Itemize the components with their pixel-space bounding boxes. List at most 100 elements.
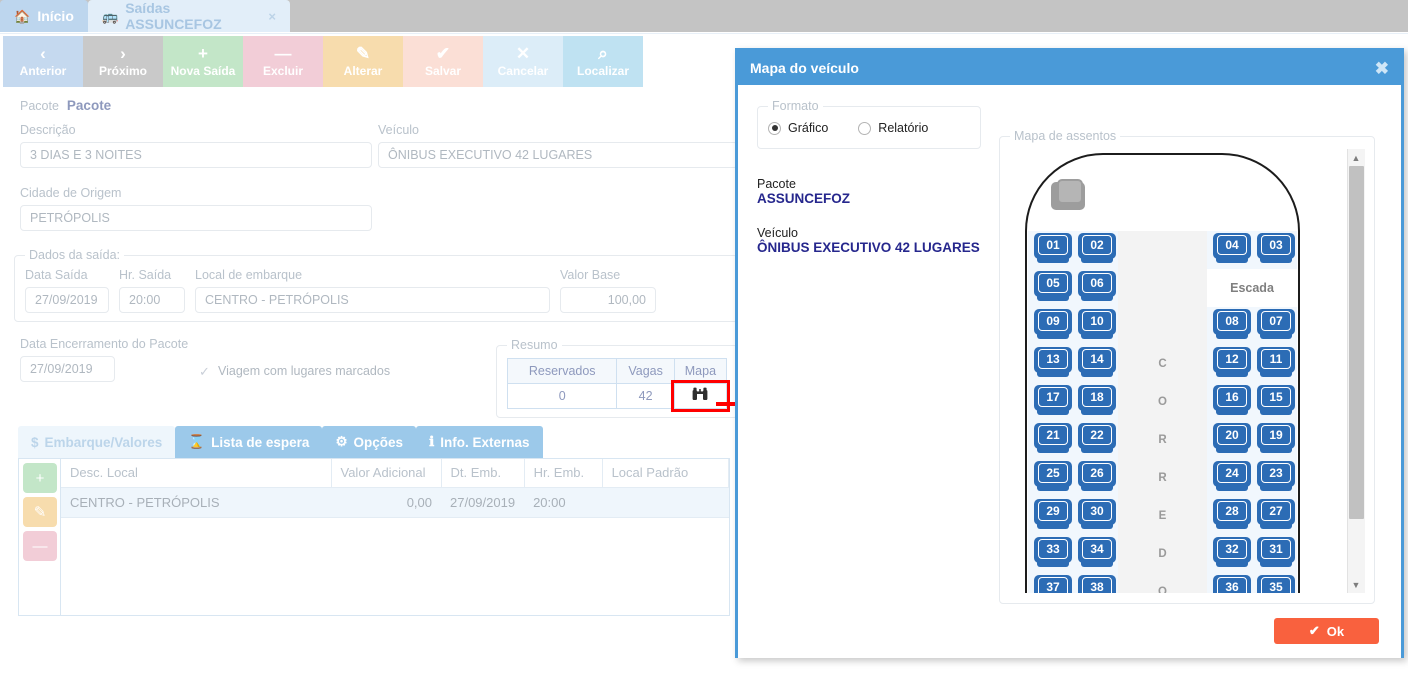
- remove-row-button[interactable]: —: [23, 531, 57, 561]
- veiculo-group: Veículo ÔNIBUS EXECUTIVO 42 LUGARES: [378, 123, 738, 168]
- seat-12[interactable]: 12: [1213, 347, 1251, 379]
- salvar-button[interactable]: ✔ Salvar: [403, 36, 483, 87]
- seat-26[interactable]: 26: [1078, 461, 1116, 493]
- seat-13[interactable]: 13: [1034, 347, 1072, 379]
- tab-lista-de-espera[interactable]: ⌛ Lista de espera: [175, 426, 323, 458]
- seat-map-scrollbar[interactable]: ▲ ▼: [1347, 149, 1365, 593]
- seat-29[interactable]: 29: [1034, 499, 1072, 531]
- tab-inicio[interactable]: 🏠 Início: [0, 0, 88, 32]
- seat-36[interactable]: 36: [1213, 575, 1251, 593]
- edit-row-button[interactable]: ✎: [23, 497, 57, 527]
- seat-16[interactable]: 16: [1213, 385, 1251, 417]
- veiculo-input[interactable]: ÔNIBUS EXECUTIVO 42 LUGARES: [378, 142, 738, 168]
- ok-button[interactable]: ✔ Ok: [1274, 618, 1379, 644]
- seat-24[interactable]: 24: [1213, 461, 1251, 493]
- tab-saidas-assuncefoz[interactable]: 🚌 Saídas ASSUNCEFOZ ×: [88, 0, 290, 32]
- seat-32[interactable]: 32: [1213, 537, 1251, 569]
- scroll-down-icon[interactable]: ▼: [1347, 576, 1365, 593]
- seat-33[interactable]: 33: [1034, 537, 1072, 569]
- add-row-button[interactable]: +: [23, 463, 57, 493]
- dados-da-saida-fieldset: Dados da saída: Data Saída 27/09/2019 Hr…: [14, 248, 738, 322]
- seat-01[interactable]: 01: [1034, 233, 1072, 265]
- seat-27[interactable]: 27: [1257, 499, 1295, 531]
- seat-cushion: [1216, 406, 1248, 415]
- seat-34[interactable]: 34: [1078, 537, 1116, 569]
- seat-cushion: [1081, 520, 1113, 529]
- excluir-button[interactable]: — Excluir: [243, 36, 323, 87]
- col-dt-emb[interactable]: Dt. Emb.: [441, 459, 525, 488]
- valor-base-input[interactable]: 100,00: [560, 287, 656, 313]
- seat-02[interactable]: 02: [1078, 233, 1116, 265]
- col-desc-local[interactable]: Desc. Local: [61, 459, 332, 488]
- seat-row: 09 10 08 07: [1028, 307, 1299, 345]
- seat-09[interactable]: 09: [1034, 309, 1072, 341]
- seat-20[interactable]: 20: [1213, 423, 1251, 455]
- pacote-value: Pacote: [66, 98, 112, 113]
- seat-03[interactable]: 03: [1257, 233, 1295, 265]
- reservados-value: 0: [506, 383, 618, 409]
- table-row[interactable]: CENTRO - PETRÓPOLIS 0,00 27/09/2019 20:0…: [61, 487, 729, 518]
- seat-05[interactable]: 05: [1034, 271, 1072, 303]
- seat-25[interactable]: 25: [1034, 461, 1072, 493]
- seat-pair-left: 21 22: [1028, 421, 1118, 459]
- seat-number: 19: [1261, 425, 1291, 445]
- seat-30[interactable]: 30: [1078, 499, 1116, 531]
- hr-saida-input[interactable]: 20:00: [119, 287, 185, 313]
- nova-saida-button[interactable]: + Nova Saída: [163, 36, 243, 87]
- seat-number: 28: [1217, 501, 1247, 521]
- seat-31[interactable]: 31: [1257, 537, 1295, 569]
- seat-38[interactable]: 38: [1078, 575, 1116, 593]
- escada-label: Escada: [1230, 281, 1274, 295]
- localizar-button[interactable]: ⌕ Localizar: [563, 36, 643, 87]
- local-embarque-input[interactable]: CENTRO - PETRÓPOLIS: [195, 287, 550, 313]
- close-icon[interactable]: ✖: [1375, 60, 1389, 77]
- seat-cushion: [1037, 368, 1069, 377]
- seat-04[interactable]: 04: [1213, 233, 1251, 265]
- seat-14[interactable]: 14: [1078, 347, 1116, 379]
- anterior-button[interactable]: ‹ Anterior: [3, 36, 83, 87]
- viagem-lugares-marcados-checkbox[interactable]: ✓ Viagem com lugares marcados: [199, 364, 390, 378]
- seat-pair-left: 17 18: [1028, 383, 1118, 421]
- seat-pair-left: 09 10: [1028, 307, 1118, 345]
- seat-22[interactable]: 22: [1078, 423, 1116, 455]
- radio-grafico[interactable]: Gráfico: [768, 121, 828, 135]
- tab-embarque-valores[interactable]: $ Embarque/Valores: [18, 426, 176, 458]
- seat-number: 30: [1082, 501, 1112, 521]
- seat-06[interactable]: 06: [1078, 271, 1116, 303]
- tab-strip: 🏠 Início 🚌 Saídas ASSUNCEFOZ ×: [0, 0, 1408, 32]
- col-local-padrao[interactable]: Local Padrão: [602, 459, 730, 488]
- tab-info-externas[interactable]: ℹ Info. Externas: [416, 426, 543, 458]
- data-encerramento-input[interactable]: 27/09/2019: [20, 356, 115, 382]
- col-valor-adicional[interactable]: Valor Adicional: [331, 459, 442, 488]
- seat-23[interactable]: 23: [1257, 461, 1295, 493]
- resumo-table: Reservados Vagas Mapa 0 42: [506, 358, 730, 412]
- seat-11[interactable]: 11: [1257, 347, 1295, 379]
- seat-37[interactable]: 37: [1034, 575, 1072, 593]
- resumo-value-row: 0 42: [506, 380, 730, 412]
- seat-number: 13: [1038, 349, 1068, 369]
- seat-07[interactable]: 07: [1257, 309, 1295, 341]
- descricao-input[interactable]: 3 DIAS E 3 NOITES: [20, 142, 372, 168]
- seat-17[interactable]: 17: [1034, 385, 1072, 417]
- cidade-origem-input[interactable]: PETRÓPOLIS: [20, 205, 372, 231]
- alterar-button[interactable]: ✎ Alterar: [323, 36, 403, 87]
- seat-19[interactable]: 19: [1257, 423, 1295, 455]
- seat-18[interactable]: 18: [1078, 385, 1116, 417]
- scroll-up-icon[interactable]: ▲: [1347, 149, 1365, 166]
- seat-15[interactable]: 15: [1257, 385, 1295, 417]
- radio-relatorio[interactable]: Relatório: [858, 121, 928, 135]
- seat-08[interactable]: 08: [1213, 309, 1251, 341]
- scrollbar-track[interactable]: [1347, 166, 1365, 576]
- col-hr-emb[interactable]: Hr. Emb.: [524, 459, 603, 488]
- seat-28[interactable]: 28: [1213, 499, 1251, 531]
- embarque-grid: + ✎ — Desc. Local Valor Adicional Dt. Em…: [18, 458, 730, 616]
- seat-35[interactable]: 35: [1257, 575, 1295, 593]
- scrollbar-thumb[interactable]: [1348, 166, 1364, 519]
- cancelar-button[interactable]: ✕ Cancelar: [483, 36, 563, 87]
- data-saida-input[interactable]: 27/09/2019: [25, 287, 109, 313]
- proximo-button[interactable]: › Próximo: [83, 36, 163, 87]
- seat-21[interactable]: 21: [1034, 423, 1072, 455]
- tab-opcoes[interactable]: ⚙ Opções: [322, 426, 417, 458]
- close-icon[interactable]: ×: [268, 9, 276, 24]
- seat-10[interactable]: 10: [1078, 309, 1116, 341]
